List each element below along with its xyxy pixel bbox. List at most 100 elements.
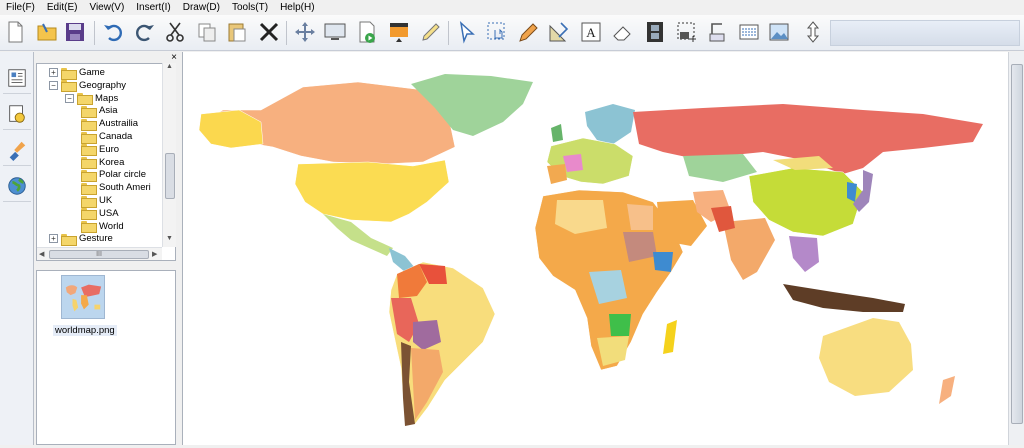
madagascar-region [663, 320, 677, 354]
uk-region [551, 124, 563, 142]
paste-icon[interactable] [224, 19, 250, 45]
tree-item-label: Austrailia [99, 118, 139, 130]
tree-item[interactable]: Canada [81, 130, 133, 144]
file-name: worldmap.png [53, 325, 117, 336]
collapse-icon[interactable]: − [65, 93, 74, 103]
folder-icon [81, 169, 97, 182]
eraser-icon[interactable] [610, 19, 636, 45]
folder-icon [81, 105, 97, 118]
expand-icon[interactable]: + [49, 68, 58, 77]
tree-item-label: Polar circle [99, 169, 146, 181]
film-icon[interactable] [642, 19, 668, 45]
grid-icon[interactable] [736, 19, 762, 45]
tree-item[interactable]: Polar circle [81, 168, 146, 182]
map-canvas[interactable] [182, 52, 1008, 445]
tree-item[interactable]: Euro [81, 143, 120, 157]
collapse-icon[interactable]: − [49, 80, 58, 90]
cut-icon[interactable] [162, 19, 188, 45]
menu-item-0[interactable]: File(F) [0, 0, 41, 15]
open-folder-icon[interactable] [34, 19, 60, 45]
scroll-down-icon[interactable]: ▼ [166, 235, 173, 242]
close-icon[interactable]: × [168, 52, 180, 63]
folder-icon [81, 118, 97, 131]
file-thumbnail[interactable] [61, 275, 105, 319]
tree-item[interactable]: Korea [81, 156, 124, 170]
fill-icon[interactable] [386, 19, 412, 45]
egypt-region [627, 204, 653, 230]
capture-icon[interactable] [674, 19, 700, 45]
svg-text:A: A [586, 25, 596, 40]
tree-item[interactable]: − Maps [65, 92, 119, 106]
menu-item-6[interactable]: Help(H) [274, 0, 320, 15]
folder-icon [77, 93, 93, 106]
text-box-icon[interactable]: A [578, 19, 604, 45]
toolbar: A [0, 15, 1024, 51]
canvas-vertical-scrollbar[interactable] [1008, 52, 1024, 445]
file-list: worldmap.png [36, 270, 176, 445]
tree-item[interactable]: Austrailia [81, 117, 139, 131]
picture-icon[interactable] [766, 19, 792, 45]
tree-item[interactable]: UK [81, 194, 113, 208]
ruler-icon[interactable] [546, 19, 572, 45]
pencil-icon[interactable] [516, 19, 542, 45]
scanner-icon[interactable] [704, 19, 730, 45]
save-icon[interactable] [62, 19, 88, 45]
iberia-region [547, 164, 567, 184]
copy-icon[interactable] [194, 19, 220, 45]
tree-item[interactable]: + Gesture [49, 232, 113, 246]
undo-icon[interactable] [100, 19, 126, 45]
delete-icon[interactable] [256, 19, 282, 45]
scroll-up-icon[interactable]: ▲ [166, 63, 173, 70]
menu-item-5[interactable]: Tools(T) [226, 0, 274, 15]
tree-item-label: South Ameri [99, 182, 151, 194]
tree-item[interactable]: World [81, 220, 124, 234]
tree-horizontal-scrollbar[interactable]: ◀ III ▶ [37, 247, 162, 260]
canvas-scroll-thumb[interactable] [1011, 64, 1023, 424]
tree-item[interactable]: South Ameri [81, 181, 151, 195]
scroll-thumb-h[interactable]: III [49, 250, 149, 259]
scroll-left-icon[interactable]: ◀ [39, 250, 44, 258]
tree-item-label: Canada [99, 131, 133, 142]
scroll-thumb[interactable] [165, 153, 175, 199]
menu-item-2[interactable]: View(V) [83, 0, 130, 15]
resize-icon[interactable] [800, 19, 826, 45]
southeast-asia-region [789, 236, 819, 272]
menu-item-1[interactable]: Edit(E) [41, 0, 84, 15]
screen-icon[interactable] [322, 19, 348, 45]
menu-item-4[interactable]: Draw(D) [177, 0, 226, 15]
folder-icon [81, 221, 97, 234]
folder-icon [81, 195, 97, 208]
folder-icon [61, 233, 77, 246]
redo-icon[interactable] [132, 19, 158, 45]
new-zealand-region [939, 376, 955, 404]
new-file-icon[interactable] [2, 19, 28, 45]
usa-region [294, 159, 450, 223]
tree-item-label: World [99, 220, 124, 232]
tree-item[interactable]: USA [81, 207, 119, 221]
globe-icon[interactable] [3, 170, 31, 202]
tree-item-label: Euro [99, 143, 120, 155]
gallery-icon[interactable] [3, 62, 31, 94]
australia-region [819, 318, 913, 396]
play-doc-icon[interactable] [354, 19, 380, 45]
pointer-icon[interactable] [454, 19, 480, 45]
tree-vertical-scrollbar[interactable]: ▲ ▼ [162, 63, 176, 247]
tree-item[interactable]: − Geography [49, 79, 126, 93]
tree-item-label: Game [79, 67, 105, 78]
folder-icon [81, 144, 97, 157]
expand-icon[interactable]: + [49, 234, 58, 244]
tree-item[interactable]: + Game [49, 66, 105, 80]
hand-select-icon[interactable] [484, 19, 510, 45]
highlighter-icon[interactable] [418, 19, 444, 45]
clip-icon[interactable] [3, 98, 31, 130]
folder-icon [81, 131, 97, 144]
tree-item-label: UK [99, 195, 113, 206]
paint-icon[interactable] [3, 134, 31, 166]
folder-icon [81, 182, 97, 195]
kazakhstan-region [683, 154, 757, 182]
tree-item-label: Maps [95, 92, 119, 104]
menu-item-3[interactable]: Insert(I) [130, 0, 176, 15]
tree-item[interactable]: Asia [81, 104, 117, 118]
scroll-right-icon[interactable]: ▶ [152, 250, 157, 258]
move-icon[interactable] [292, 19, 318, 45]
